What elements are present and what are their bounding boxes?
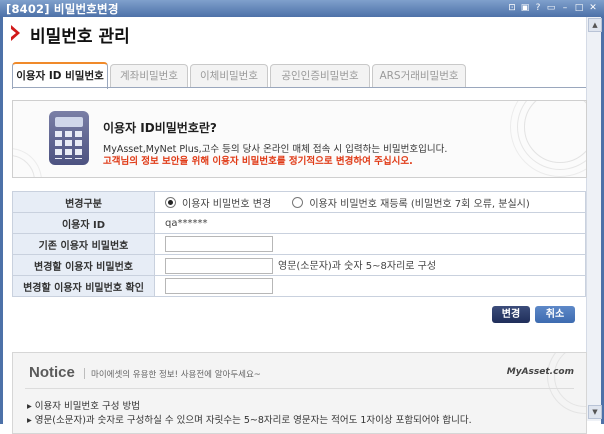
cancel-button[interactable]: 취소: [535, 306, 575, 323]
page-title: 비밀번호 관리: [30, 27, 130, 47]
table-row: 변경할 이용자 비밀번호 영문(소문자)과 숫자 5~8자리로 구성: [12, 254, 586, 276]
notice-divider: [25, 388, 574, 389]
new-password-input[interactable]: [165, 257, 273, 274]
new-password-label: 변경할 이용자 비밀번호: [12, 254, 155, 276]
screen-icon[interactable]: ▣: [519, 2, 531, 14]
table-row: 이용자 ID qa******: [12, 212, 586, 234]
notice-subtitle: 마이에셋의 유용한 정보! 사용전에 알아두세요~: [91, 370, 261, 380]
decor-circles-left: [13, 155, 35, 177]
table-row: 기존 이용자 비밀번호: [12, 233, 586, 255]
info-heading: 이용자 ID비밀번호란?: [103, 121, 217, 135]
change-type-label: 변경구분: [12, 191, 155, 213]
confirm-password-label: 변경할 이용자 비밀번호 확인: [12, 275, 155, 297]
window-title-bar: [8402] 비밀번호변경 ⊡ ▣ ? ▭ – □ ✕: [0, 0, 604, 17]
title-arrow-icon: [11, 25, 20, 41]
window-title: [8402] 비밀번호변경: [6, 2, 119, 16]
help-icon[interactable]: ?: [532, 2, 544, 14]
radio-unselected-icon[interactable]: [292, 196, 304, 208]
minimize-icon[interactable]: –: [559, 2, 571, 14]
maximize-icon[interactable]: □: [573, 2, 585, 14]
radio-change-option[interactable]: 이용자 비밀번호 변경: [165, 196, 272, 210]
table-row: 변경구분 이용자 비밀번호 변경 이용자 비밀번호 재등록 (비밀번호 7회 오…: [12, 191, 586, 213]
restore-icon[interactable]: ▭: [545, 2, 557, 14]
decor-circles: [554, 353, 586, 407]
info-box: 이용자 ID비밀번호란? MyAsset,MyNet Plus,고수 등의 당사…: [12, 100, 587, 178]
user-id-value: qa******: [154, 212, 586, 234]
calculator-icon: [49, 111, 89, 165]
notice-title: Notice: [29, 364, 75, 381]
current-password-input[interactable]: [165, 236, 273, 252]
current-password-label: 기존 이용자 비밀번호: [12, 233, 155, 255]
radio-change-label: 이용자 비밀번호 변경: [182, 198, 272, 210]
radio-selected-icon[interactable]: [165, 196, 176, 208]
window-frame-left: [0, 17, 3, 424]
tab-ars-password[interactable]: ARS거래비밀번호: [372, 64, 466, 87]
notice-box: Notice 마이에셋의 유용한 정보! 사용전에 알아두세요~ MyAsset…: [12, 352, 587, 434]
notice-separator: [84, 368, 85, 379]
vertical-scrollbar[interactable]: ▲ ▼: [586, 17, 602, 421]
brand-logo: MyAsset.com: [506, 367, 574, 377]
tab-certificate-password[interactable]: 공인인증비밀번호: [270, 64, 370, 87]
user-id-label: 이용자 ID: [12, 212, 155, 234]
table-row: 변경할 이용자 비밀번호 확인: [12, 275, 586, 297]
notice-item: ▸ 이용자 비밀번호 구성 방법: [27, 401, 140, 412]
radio-reregister-option[interactable]: 이용자 비밀번호 재등록 (비밀번호 7회 오류, 분실시): [292, 196, 530, 210]
pin-icon[interactable]: ⊡: [506, 2, 518, 14]
confirm-password-input[interactable]: [165, 278, 273, 294]
radio-reregister-label: 이용자 비밀번호 재등록 (비밀번호 7회 오류, 분실시): [309, 198, 530, 210]
decor-circles: [524, 101, 586, 163]
password-form-table: 변경구분 이용자 비밀번호 변경 이용자 비밀번호 재등록 (비밀번호 7회 오…: [12, 191, 586, 297]
change-button[interactable]: 변경: [492, 306, 530, 323]
new-password-hint: 영문(소문자)과 숫자 5~8자리로 구성: [278, 260, 437, 272]
info-warning: 고객님의 정보 보안을 위해 이용자 비밀번호를 정기적으로 변경하여 주십시오…: [103, 156, 413, 167]
tab-underline: [12, 87, 586, 88]
tab-user-id-password[interactable]: 이용자 ID 비밀번호: [12, 62, 108, 89]
close-icon[interactable]: ✕: [587, 2, 599, 14]
tab-transfer-password[interactable]: 이체비밀번호: [190, 64, 268, 87]
scroll-up-icon[interactable]: ▲: [588, 18, 602, 32]
tab-account-password[interactable]: 계좌비밀번호: [110, 64, 188, 87]
scroll-down-icon[interactable]: ▼: [588, 405, 602, 419]
